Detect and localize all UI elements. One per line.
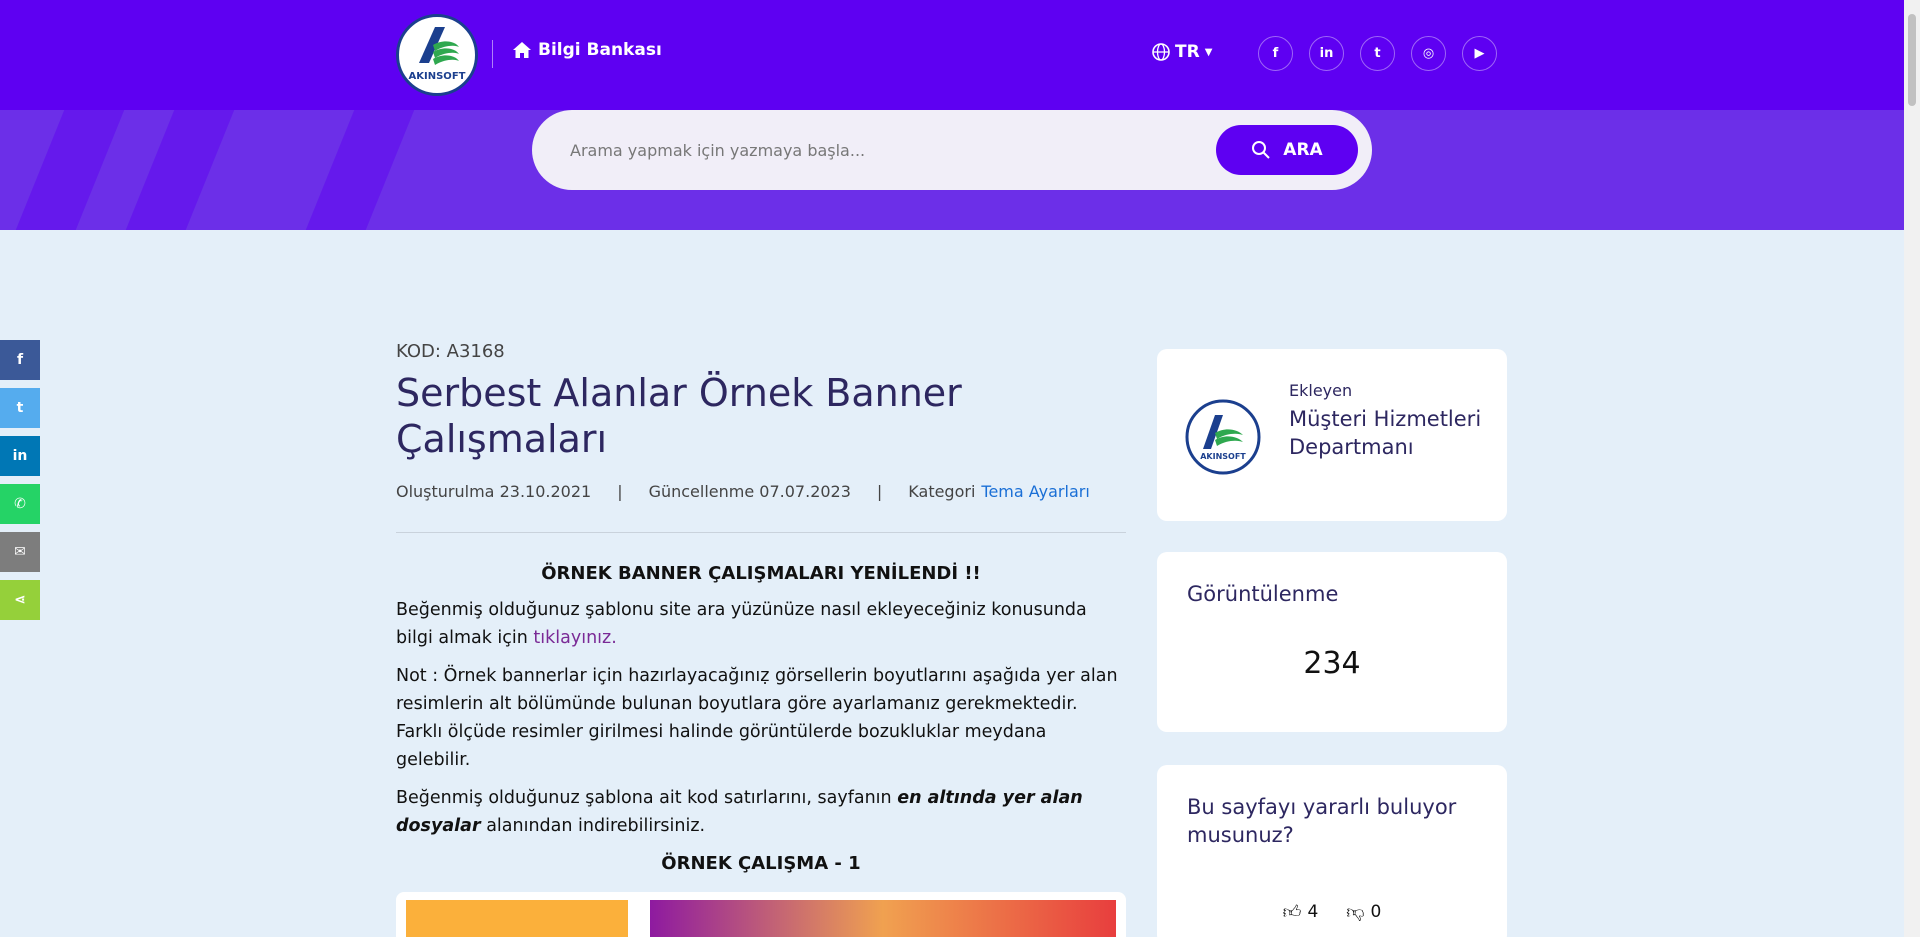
instagram-link[interactable]: ◎: [1411, 36, 1446, 71]
article-meta: Oluşturulma 23.10.2021 | Güncellenme 07.…: [396, 482, 1090, 501]
akinsoft-logo-icon: AKINSOFT: [1185, 399, 1261, 475]
info-link[interactable]: tıklayınız.: [533, 628, 616, 648]
language-selector[interactable]: TR ▼: [1152, 42, 1212, 62]
author-card: AKINSOFT Ekleyen Müşteri Hizmetleri Depa…: [1157, 349, 1507, 521]
share-whatsapp-button[interactable]: ✆: [0, 484, 40, 524]
akinsoft-logo[interactable]: AKINSOFT: [396, 14, 478, 96]
facebook-link[interactable]: f: [1258, 36, 1293, 71]
paragraph-2: Not : Örnek bannerlar için hazırlayacağı…: [396, 666, 1118, 770]
banner-image-right: [650, 900, 1116, 937]
hero-stripe: [125, 110, 235, 230]
hero-stripe: [305, 110, 415, 230]
feedback-question: Bu sayfayı yararlı buluyor musunuz?: [1187, 795, 1457, 847]
search-button-label: ARA: [1283, 140, 1323, 160]
page-title: Serbest Alanlar Örnek Banner Çalışmaları: [396, 371, 962, 461]
paragraph-3-text: Beğenmiş olduğunuz şablona ait kod satır…: [396, 788, 898, 808]
meta-divider: [396, 532, 1126, 533]
example-banner-image: [396, 892, 1126, 937]
article-code: KOD: A3168: [396, 341, 505, 362]
home-link[interactable]: Bilgi Bankası: [512, 40, 662, 60]
home-icon: [513, 42, 531, 58]
scrollbar-thumb[interactable]: [1908, 14, 1916, 106]
chevron-down-icon: ▼: [1204, 46, 1213, 58]
author-avatar: AKINSOFT: [1185, 399, 1261, 475]
twitter-link[interactable]: t: [1360, 36, 1395, 71]
paragraph-3-end: alanından indirebilirsiniz.: [480, 816, 706, 836]
page-scrollbar[interactable]: [1904, 0, 1920, 937]
header-divider: [492, 40, 493, 68]
paragraph-3: Beğenmiş olduğunuz şablona ait kod satır…: [396, 784, 1126, 840]
youtube-icon: ▶: [1474, 46, 1485, 61]
logo-text: AKINSOFT: [408, 71, 466, 82]
header-social-links: f in t ◎ ▶: [1258, 36, 1497, 71]
search-icon: [1252, 141, 1271, 159]
created-date: 23.10.2021: [499, 482, 592, 501]
updated-date: 07.07.2023: [759, 482, 851, 501]
like-count: 4: [1307, 902, 1319, 922]
facebook-icon: f: [16, 352, 24, 368]
facebook-icon: f: [1272, 46, 1279, 61]
banner-image-left: [406, 900, 628, 937]
globe-icon: [1152, 43, 1170, 61]
share-twitter-button[interactable]: t: [0, 388, 40, 428]
thumbs-up-icon: 👍︎: [1282, 902, 1302, 923]
meta-separator: |: [617, 482, 623, 501]
thumbs-down-icon: 👎︎: [1346, 902, 1365, 923]
dislike-count: 0: [1370, 902, 1382, 922]
views-count: 234: [1303, 646, 1361, 681]
feedback-card: Bu sayfayı yararlı buluyor musunuz? 👍︎ 4…: [1157, 765, 1507, 937]
email-icon: ✉: [14, 544, 26, 560]
share-facebook-button[interactable]: f: [0, 340, 40, 380]
twitter-icon: t: [16, 400, 24, 416]
views-card: Görüntülenme 234: [1157, 552, 1507, 732]
share-email-button[interactable]: ✉: [0, 532, 40, 572]
home-link-label: Bilgi Bankası: [538, 40, 662, 60]
logo-mark-icon: [419, 27, 459, 65]
search-box: ARA: [532, 110, 1372, 190]
search-input[interactable]: [570, 132, 1170, 168]
feedback-votes: 👍︎ 4 👎︎ 0: [1157, 901, 1507, 923]
dislike-button[interactable]: 👎︎ 0: [1346, 901, 1381, 923]
created-label: Oluşturulma: [396, 482, 495, 501]
search-button[interactable]: ARA: [1216, 125, 1358, 175]
svg-text:AKINSOFT: AKINSOFT: [1200, 452, 1246, 461]
example-heading: ÖRNEK ÇALIŞMA - 1: [661, 853, 861, 874]
category-label: Kategori: [908, 482, 976, 501]
paragraph-1-text: Beğenmiş olduğunuz şablonu site ara yüzü…: [396, 600, 1087, 648]
author-name: Müşteri Hizmetleri Departmanı: [1289, 407, 1482, 459]
category-link[interactable]: Tema Ayarları: [981, 482, 1089, 501]
meta-separator: |: [876, 482, 883, 501]
youtube-link[interactable]: ▶: [1462, 36, 1497, 71]
like-button[interactable]: 👍︎ 4: [1283, 901, 1319, 923]
twitter-icon: t: [1374, 46, 1381, 61]
linkedin-icon: in: [12, 448, 28, 464]
paragraph-1: Beğenmiş olduğunuz şablonu site ara yüzü…: [396, 596, 1126, 652]
search-hero: ARA: [0, 110, 1904, 230]
hero-stripe: [15, 110, 125, 230]
article-heading: ÖRNEK BANNER ÇALIŞMALARI YENİLENDİ !!: [541, 563, 981, 584]
whatsapp-icon: ✆: [14, 496, 26, 512]
top-header: AKINSOFT Bilgi Bankası TR ▼ f in t ◎ ▶: [0, 0, 1904, 110]
instagram-icon: ◎: [1422, 46, 1435, 61]
linkedin-icon: in: [1319, 46, 1334, 61]
share-icon: ⋖: [14, 592, 26, 608]
language-label: TR: [1175, 42, 1200, 62]
share-more-button[interactable]: ⋖: [0, 580, 40, 620]
article-body: ÖRNEK BANNER ÇALIŞMALARI YENİLENDİ !! Be…: [396, 560, 1126, 886]
views-label: Görüntülenme: [1187, 582, 1339, 606]
share-linkedin-button[interactable]: in: [0, 436, 40, 476]
updated-label: Güncellenme: [648, 482, 755, 501]
linkedin-link[interactable]: in: [1309, 36, 1344, 71]
author-label: Ekleyen: [1289, 381, 1353, 400]
